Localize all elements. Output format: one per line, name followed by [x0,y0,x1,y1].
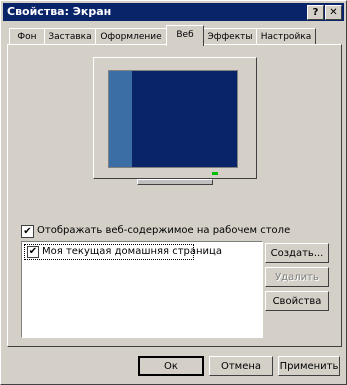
tab-screensaver[interactable]: Заставка [44,28,96,45]
tab-strip: Фон Заставка Оформление Веб Эффекты Наст… [9,25,339,46]
active-desktop-pane [109,71,132,167]
window-title: Свойства: Экран [7,5,112,18]
web-items-list[interactable]: ✔ Моя текущая домашняя страница [21,241,263,338]
tab-web[interactable]: Веб [166,25,204,46]
apply-button[interactable]: Применить [278,356,340,376]
tab-appearance[interactable]: Оформление [95,28,167,45]
ok-button[interactable]: Ок [138,356,204,376]
cancel-button[interactable]: Отмена [209,356,273,376]
properties-button[interactable]: Свойства [265,291,329,311]
show-web-content-checkbox[interactable]: ✔ [21,225,34,238]
close-button[interactable]: ✕ [325,5,342,20]
tab-effects[interactable]: Эффекты [203,28,257,45]
power-led [212,172,218,175]
desktop-preview [108,70,238,168]
monitor-frame [93,57,257,179]
monitor-preview [93,57,257,185]
title-bar[interactable]: Свойства: Экран ? ✕ [3,3,344,21]
item-label: Моя текущая домашняя страница [42,246,222,257]
item-checkbox[interactable]: ✔ [27,246,39,258]
tab-settings[interactable]: Настройка [256,28,316,45]
list-item[interactable]: ✔ Моя текущая домашняя страница [24,244,222,260]
help-button[interactable]: ? [307,5,324,20]
tab-background[interactable]: Фон [9,28,45,45]
delete-button: Удалить [265,267,329,287]
monitor-stand [137,179,213,185]
create-button[interactable]: Создать... [265,243,329,263]
display-properties-window: Свойства: Экран ? ✕ Фон Заставка Оформле… [0,0,347,385]
show-web-content-label[interactable]: Отображать веб-содержимое на рабочем сто… [37,225,290,236]
